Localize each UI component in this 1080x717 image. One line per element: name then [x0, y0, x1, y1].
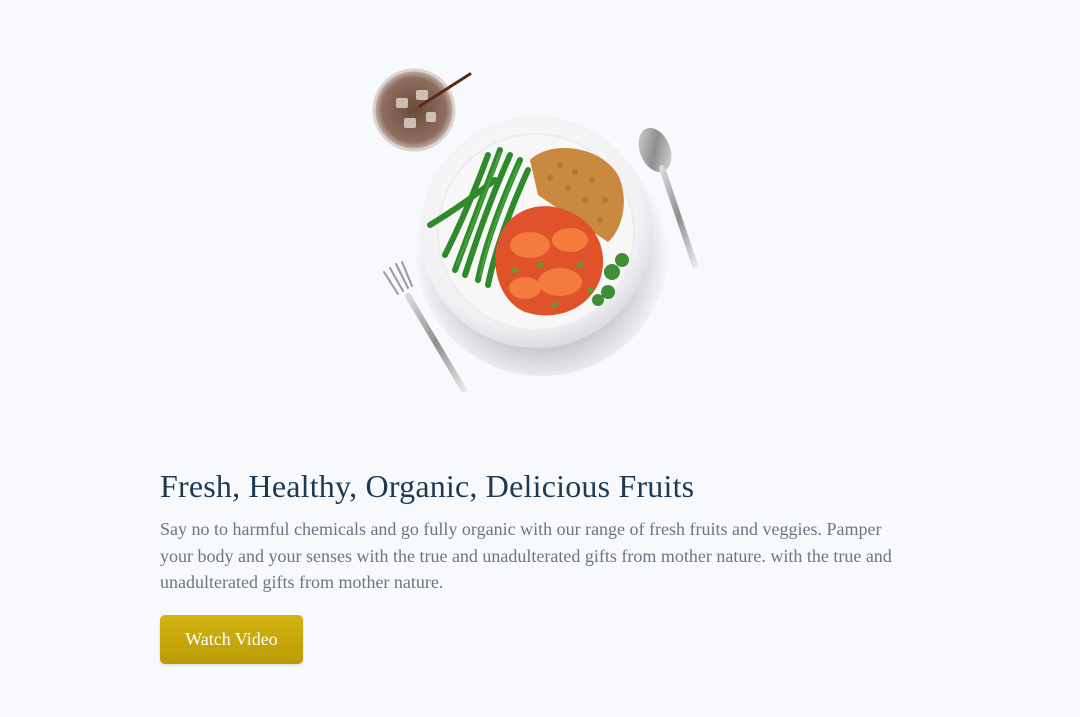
- page: Fresh, Healthy, Organic, Delicious Fruit…: [0, 0, 1080, 717]
- plate-illustration: [372, 68, 698, 393]
- page-title: Fresh, Healthy, Organic, Delicious Fruit…: [160, 468, 695, 504]
- drink-glass: [372, 68, 456, 152]
- food-plate-image: [360, 60, 720, 400]
- description-text: Say no to harmful chemicals and go fully…: [160, 519, 892, 592]
- watch-video-button[interactable]: Watch Video: [160, 614, 303, 664]
- content-section: Fresh, Healthy, Organic, Delicious Fruit…: [160, 466, 920, 664]
